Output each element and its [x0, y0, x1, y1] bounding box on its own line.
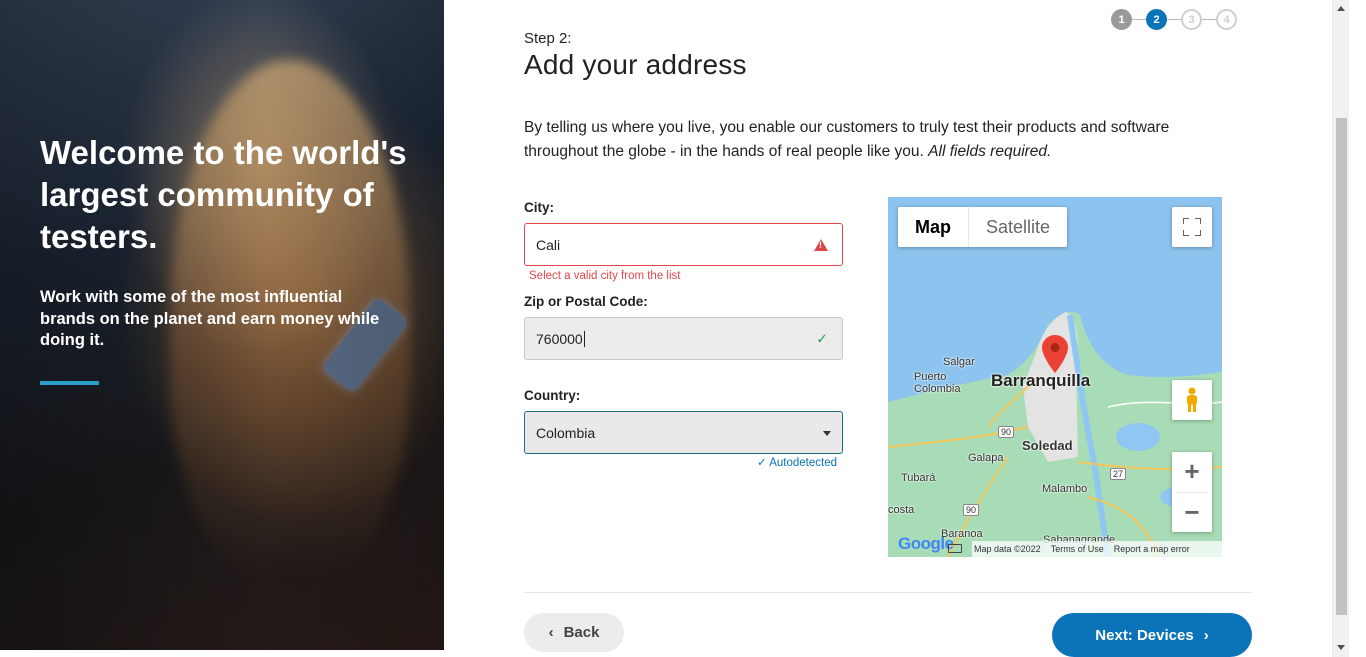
report-map-error-link[interactable]: Report a map error [1114, 544, 1190, 554]
map-label: Salgar [943, 356, 975, 368]
scroll-up-arrow-icon[interactable] [1337, 6, 1345, 11]
map-data-attribution: Map data ©2022 [974, 544, 1041, 554]
map-widget[interactable]: Map Satellite + − Salgar Puerto Colombia… [888, 197, 1222, 557]
route-shield: 27 [1110, 468, 1127, 480]
progress-stepper: 1 2 3 4 [1111, 9, 1239, 31]
location-pin-icon [1042, 335, 1068, 373]
step-4-indicator: 4 [1216, 9, 1237, 30]
chevron-left-icon: ‹ [548, 624, 554, 641]
hero-accent-bar [40, 381, 99, 385]
step-2-indicator: 2 [1146, 9, 1167, 30]
country-label: Country: [524, 388, 581, 403]
street-view-pegman-button[interactable] [1172, 380, 1212, 420]
zoom-out-button[interactable]: − [1172, 492, 1212, 532]
map-label: costa [888, 504, 915, 516]
zip-input[interactable]: 760000 ✓ [524, 317, 843, 360]
map-label: Malambo [1042, 483, 1088, 495]
page-title: Add your address [524, 49, 747, 80]
hero-subtext: Work with some of the most influential b… [40, 288, 380, 349]
zip-label: Zip or Postal Code: [524, 294, 648, 309]
map-label: Tubará [901, 472, 936, 484]
intro-text: By telling us where you live, you enable… [524, 119, 1170, 160]
step-1-indicator: 1 [1111, 9, 1132, 30]
page-scrollbar[interactable] [1332, 0, 1349, 657]
hero-panel: Welcome to the world's largest community… [0, 0, 444, 650]
map-label: Soledad [1022, 438, 1073, 453]
google-logo: Google [898, 534, 954, 553]
city-input[interactable]: Cali [524, 223, 843, 266]
city-label: City: [524, 200, 554, 215]
map-type-control: Map Satellite [898, 207, 1068, 247]
scroll-down-arrow-icon[interactable] [1337, 645, 1345, 650]
map-type-map-button[interactable]: Map [898, 207, 968, 247]
keyboard-shortcuts-icon[interactable] [948, 544, 962, 553]
chevron-down-icon [823, 431, 831, 436]
back-button[interactable]: ‹ Back [524, 613, 624, 652]
map-label: Barranquilla [991, 371, 1091, 390]
zoom-control: + − [1172, 452, 1212, 532]
chevron-right-icon: › [1203, 626, 1209, 644]
map-attribution-bar: Map data ©2022 Terms of Use Report a map… [972, 541, 1222, 557]
warning-icon [814, 239, 828, 251]
route-shield: 90 [998, 426, 1015, 438]
check-icon: ✓ [757, 457, 770, 469]
step-label: Step 2: [524, 30, 572, 47]
zoom-in-button[interactable]: + [1172, 452, 1212, 492]
map-label: Puerto Colombia [914, 371, 961, 395]
country-select[interactable]: Colombia [524, 411, 843, 454]
next-devices-button[interactable]: Next: Devices › [1052, 613, 1252, 657]
scrollbar-thumb[interactable] [1336, 118, 1347, 615]
autodetected-note: ✓ Autodetected [757, 457, 837, 469]
map-type-satellite-button[interactable]: Satellite [968, 207, 1067, 247]
hero-headline: Welcome to the world's largest community… [40, 134, 407, 255]
fullscreen-icon [1183, 218, 1201, 236]
pegman-icon [1187, 387, 1197, 412]
step-3-indicator: 3 [1181, 9, 1202, 30]
map-label: Galapa [968, 452, 1004, 464]
check-icon: ✓ [816, 330, 828, 346]
fullscreen-button[interactable] [1172, 207, 1212, 247]
terms-of-use-link[interactable]: Terms of Use [1051, 544, 1104, 554]
required-note: All fields required. [928, 143, 1052, 160]
route-shield: 90 [963, 504, 980, 516]
city-error-message: Select a valid city from the list [529, 270, 681, 282]
footer-divider [524, 592, 1252, 593]
